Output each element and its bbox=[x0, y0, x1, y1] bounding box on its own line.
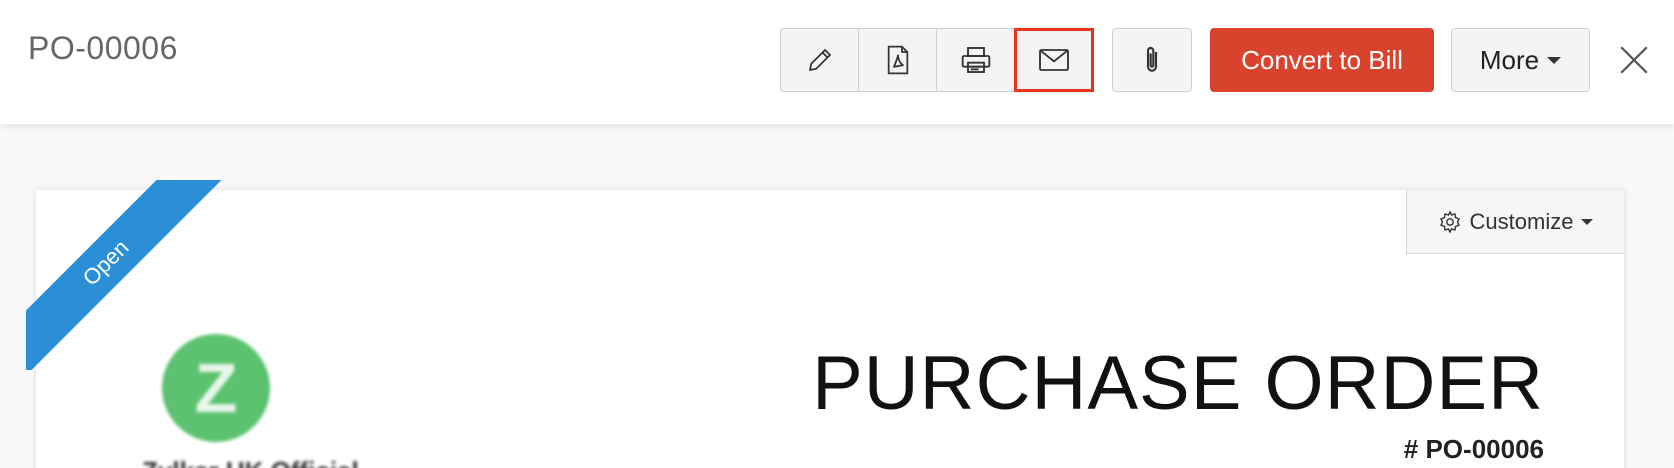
customize-label: Customize bbox=[1469, 208, 1574, 234]
pencil-icon bbox=[808, 48, 831, 72]
company-name: Zylker UK Official bbox=[142, 456, 359, 468]
gear-icon bbox=[1439, 209, 1460, 234]
customize-button[interactable]: Customize bbox=[1406, 190, 1624, 254]
email-button[interactable] bbox=[1014, 28, 1094, 92]
document-number: # PO-00006 bbox=[1403, 434, 1544, 464]
convert-to-bill-label: Convert to Bill bbox=[1241, 44, 1403, 75]
company-logo: Z bbox=[162, 334, 270, 442]
document-heading: PURCHASE ORDER bbox=[812, 341, 1544, 426]
header-bar: PO-00006 Convert to Bill More bbox=[0, 0, 1674, 124]
mail-icon bbox=[1039, 49, 1069, 71]
pdf-icon bbox=[887, 45, 908, 75]
chevron-down-icon bbox=[1547, 56, 1562, 64]
action-button-group bbox=[780, 28, 1094, 92]
more-label: More bbox=[1479, 44, 1540, 75]
close-icon bbox=[1620, 46, 1648, 74]
edit-button[interactable] bbox=[781, 29, 859, 91]
pdf-button[interactable] bbox=[859, 29, 937, 91]
logo-letter: Z bbox=[194, 349, 238, 427]
print-button[interactable] bbox=[937, 29, 1015, 91]
attach-button[interactable] bbox=[1112, 28, 1192, 92]
convert-to-bill-button[interactable]: Convert to Bill bbox=[1210, 28, 1434, 92]
printer-icon bbox=[961, 47, 990, 73]
paperclip-icon bbox=[1146, 47, 1158, 72]
chevron-down-icon bbox=[1581, 218, 1594, 225]
more-button[interactable]: More bbox=[1451, 28, 1590, 92]
page-title: PO-00006 bbox=[28, 30, 178, 66]
close-button[interactable] bbox=[1614, 40, 1654, 80]
